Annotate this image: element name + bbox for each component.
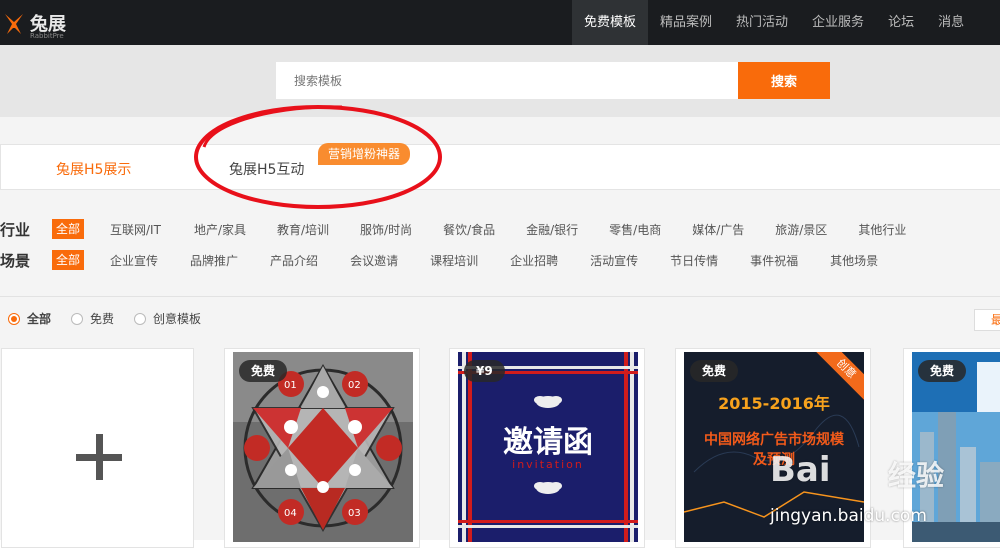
scene-filter: 场景 全部 企业宣传 品牌推广 产品介绍 会议邀请 课程培训 企业招聘 活动宣传… — [0, 249, 878, 271]
scene-option[interactable]: 品牌推广 — [190, 252, 238, 269]
scene-option[interactable]: 会议邀请 — [350, 252, 398, 269]
scene-option[interactable]: 企业招聘 — [510, 252, 558, 269]
template-card[interactable]: 2015-2016年 中国网络广告市场规模 及预测 免费 创意 — [675, 348, 871, 548]
hex-label: 01 — [284, 380, 297, 391]
product-tabs: 兔展H5展示 兔展H5互动 — [0, 144, 1000, 190]
sort-button[interactable]: 最 — [974, 309, 1000, 331]
radio-label: 全部 — [27, 312, 52, 326]
template-thumbnail: 2015-2016年 中国网络广告市场规模 及预测 免费 创意 — [684, 352, 864, 542]
nav-forum[interactable]: 论坛 — [876, 0, 926, 45]
promo-badge: 营销增粉神器 — [318, 143, 411, 165]
industry-option[interactable]: 媒体/广告 — [692, 221, 744, 238]
price-tag: ¥9 — [464, 360, 505, 382]
radio-all[interactable]: 全部 — [8, 310, 51, 327]
template-card[interactable]: 免费 — [903, 348, 1000, 548]
search-button[interactable]: 搜索 — [738, 62, 830, 99]
free-tag: 免费 — [690, 360, 739, 382]
industry-option[interactable]: 餐饮/食品 — [443, 221, 495, 238]
scene-option[interactable]: 产品介绍 — [270, 252, 318, 269]
report-title: 中国网络广告市场规模 — [704, 431, 845, 448]
brand-logo[interactable]: 兔展 RabbitPre — [0, 4, 80, 42]
hex-label: 02 — [348, 380, 361, 391]
template-thumbnail: 邀请函 invitation ¥9 — [458, 352, 638, 542]
nav-messages[interactable]: 消息 — [926, 0, 976, 45]
create-template-card[interactable] — [1, 348, 194, 548]
industry-option[interactable]: 零售/电商 — [609, 221, 661, 238]
radio-dot — [134, 312, 147, 325]
invitation-title: 邀请函 — [503, 425, 593, 460]
industry-option[interactable]: 教育/培训 — [277, 221, 329, 238]
radio-label: 免费 — [90, 312, 115, 326]
radio-free[interactable]: 免费 — [71, 310, 114, 327]
scene-option[interactable]: 其他场景 — [830, 252, 878, 269]
industry-option[interactable]: 地产/家具 — [194, 221, 246, 238]
industry-all-option[interactable]: 全部 — [52, 219, 85, 239]
report-year: 2015-2016年 — [718, 394, 830, 413]
brand-subtitle: RabbitPre — [30, 32, 64, 40]
section-divider — [0, 296, 1000, 297]
template-card[interactable]: 邀请函 invitation ¥9 — [449, 348, 645, 548]
industry-option[interactable]: 服饰/时尚 — [360, 221, 412, 238]
invitation-subtitle: invitation — [512, 458, 584, 471]
template-thumbnail: 01 02 03 04 免费 — [233, 352, 413, 542]
free-tag: 免费 — [239, 360, 288, 382]
radio-dot — [8, 312, 20, 325]
scene-option[interactable]: 事件祝福 — [750, 252, 798, 269]
rabbit-logo-icon — [5, 14, 23, 34]
price-filter: 全部 免费 创意模板 — [8, 310, 221, 327]
template-thumbnail: 免费 — [912, 352, 1000, 542]
industry-filter: 行业 全部 互联网/IT 地产/家具 教育/培训 服饰/时尚 餐饮/食品 金融/… — [0, 218, 906, 240]
top-nav-bar: 兔展 RabbitPre 免费模板 精品案例 热门活动 企业服务 论坛 消息 — [0, 0, 1000, 45]
scene-option[interactable]: 活动宣传 — [590, 252, 638, 269]
scene-option[interactable]: 企业宣传 — [110, 252, 158, 269]
search-band: 搜索 — [0, 45, 1000, 117]
scene-all-option[interactable]: 全部 — [52, 250, 85, 270]
main-nav: 免费模板 精品案例 热门活动 企业服务 论坛 消息 — [572, 0, 976, 45]
nav-enterprise[interactable]: 企业服务 — [800, 0, 876, 45]
hex-label: 03 — [348, 508, 361, 519]
report-title-2: 及预测 — [753, 451, 795, 468]
nav-showcase[interactable]: 精品案例 — [648, 0, 724, 45]
nav-free-templates[interactable]: 免费模板 — [572, 0, 649, 45]
search-input[interactable] — [276, 62, 738, 99]
hex-label: 04 — [284, 508, 297, 519]
scene-option[interactable]: 节日传情 — [670, 252, 718, 269]
tab-h5-interact[interactable]: 兔展H5互动 — [229, 159, 304, 179]
filter-panel: 行业 全部 互联网/IT 地产/家具 教育/培训 服饰/时尚 餐饮/食品 金融/… — [0, 212, 1000, 296]
industry-option[interactable]: 互联网/IT — [110, 221, 161, 238]
main-content: 兔展H5展示 兔展H5互动 营销增粉神器 行业 全部 互联网/IT 地产/家具 … — [0, 117, 1000, 548]
tab-h5-show[interactable]: 兔展H5展示 — [56, 159, 131, 179]
scene-label: 场景 — [0, 251, 31, 270]
industry-option[interactable]: 其他行业 — [858, 221, 906, 238]
template-card[interactable]: 01 02 03 04 免费 — [224, 348, 420, 548]
radio-creative[interactable]: 创意模板 — [134, 310, 201, 327]
radio-dot — [71, 312, 84, 325]
industry-option[interactable]: 金融/银行 — [526, 221, 578, 238]
industry-option[interactable]: 旅游/景区 — [775, 221, 827, 238]
radio-label: 创意模板 — [153, 312, 202, 326]
plus-icon-vertical — [96, 434, 103, 480]
free-tag: 免费 — [918, 360, 967, 382]
scene-option[interactable]: 课程培训 — [430, 252, 478, 269]
nav-hot-events[interactable]: 热门活动 — [724, 0, 800, 45]
industry-label: 行业 — [0, 220, 31, 239]
